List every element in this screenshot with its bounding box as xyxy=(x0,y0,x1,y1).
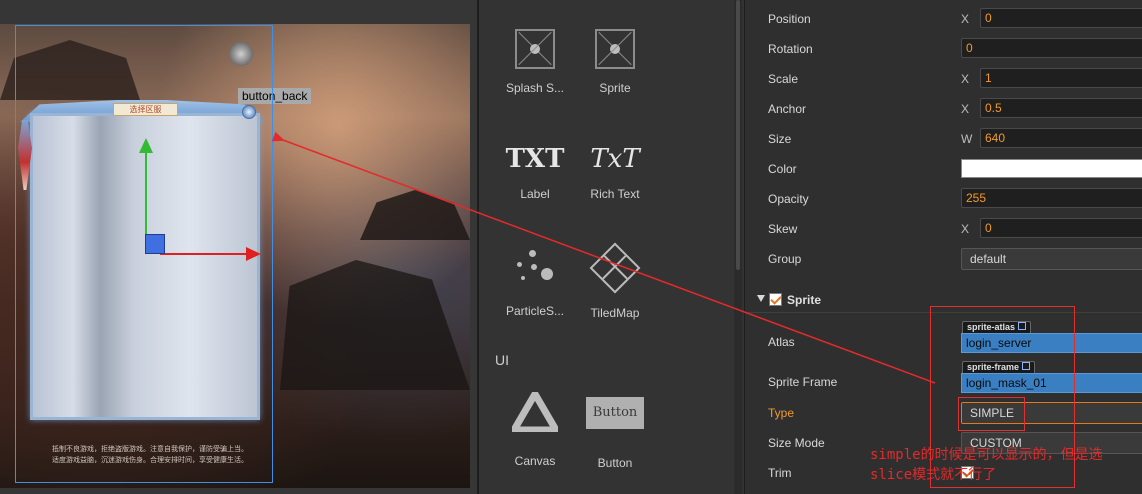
size-width-input[interactable]: 640 xyxy=(980,128,1142,148)
widget-label: Label xyxy=(520,187,550,201)
widget-label: Rich Text xyxy=(590,187,640,201)
prop-opacity: Opacity 255 xyxy=(745,185,1142,215)
widget-label: Splash S... xyxy=(505,81,565,95)
anchor-x-input[interactable]: 0.5 xyxy=(980,98,1142,118)
annotation-box-type xyxy=(958,397,1025,431)
widget-splash-sprite[interactable]: Splash S... xyxy=(490,29,580,95)
prop-label: Anchor xyxy=(768,102,807,116)
skew-x-input[interactable]: 0 xyxy=(980,218,1142,238)
prop-label: Type xyxy=(768,406,795,420)
annotation-text: simple的时候是可以显示的，但是选slice模式就不行了 xyxy=(870,447,1103,483)
prop-label: Scale xyxy=(768,72,799,86)
prop-label: Color xyxy=(768,162,797,176)
prop-anchor: Anchor X 0.5 xyxy=(745,95,1142,125)
section-title-ui: UI xyxy=(495,352,509,368)
label-text-icon: TXT xyxy=(505,144,565,174)
health-notice-text: 抵制不良游戏，拒绝盗版游戏。注意自我保护，谨防受骗上当。适度游戏益脑，沉迷游戏伤… xyxy=(52,446,248,464)
rotation-input[interactable]: 0 xyxy=(961,38,1142,58)
prop-label: Size Mode xyxy=(768,436,825,450)
widget-label: Button xyxy=(597,456,633,470)
prop-label: Opacity xyxy=(768,192,809,206)
widget-button[interactable]: Button Button xyxy=(570,397,660,470)
prop-rotation: Rotation 0 xyxy=(745,35,1142,65)
prop-label: Size xyxy=(768,132,792,146)
rich-text-icon: TxT xyxy=(590,144,640,174)
prop-label: Atlas xyxy=(768,335,795,349)
widget-label: Sprite xyxy=(599,81,631,95)
sprite-icon xyxy=(515,29,555,69)
widget-library-panel: Splash S... Sprite TXT Label TxT Rich Te… xyxy=(477,0,744,494)
widget-particle-system[interactable]: ParticleS... xyxy=(490,248,580,318)
position-x-input[interactable]: 0 xyxy=(980,8,1142,28)
sprite-enabled-checkbox[interactable] xyxy=(769,293,782,306)
canvas-icon xyxy=(512,392,558,432)
widget-label[interactable]: TXT Label xyxy=(490,143,580,201)
prop-skew: Skew X 0 xyxy=(745,215,1142,245)
scene-view[interactable]: 选择区服 button_back 抵制不良游戏，拒绝盗版游戏。注意自我保护，谨防… xyxy=(0,0,477,494)
prop-label: Group xyxy=(768,252,802,266)
prop-label: Trim xyxy=(768,466,792,480)
prop-position: Position X 0 xyxy=(745,5,1142,35)
tiledmap-icon xyxy=(589,242,641,294)
gizmo-x-axis[interactable] xyxy=(160,253,250,255)
group-select[interactable]: default xyxy=(961,248,1142,270)
widget-label: Canvas xyxy=(514,454,556,468)
scrollbar-thumb[interactable] xyxy=(736,0,740,270)
axis-label: X xyxy=(961,12,970,26)
widget-canvas[interactable]: Canvas xyxy=(490,392,580,468)
section-title: Sprite xyxy=(787,293,822,307)
gizmo-x-arrow-icon[interactable] xyxy=(246,247,261,261)
prop-label: Position xyxy=(768,12,811,26)
prop-label: Sprite Frame xyxy=(768,375,838,389)
opacity-input[interactable]: 255 xyxy=(961,188,1142,208)
collapse-triangle-icon[interactable] xyxy=(757,295,765,302)
prop-label: Rotation xyxy=(768,42,813,56)
axis-label: X xyxy=(961,102,970,116)
gizmo-y-arrow-icon[interactable] xyxy=(139,138,153,153)
widget-label: TiledMap xyxy=(590,306,640,320)
scrollbar[interactable] xyxy=(734,0,742,494)
prop-group: Group default xyxy=(745,245,1142,275)
widget-rich-text[interactable]: TxT Rich Text xyxy=(570,143,660,201)
prop-color: Color xyxy=(745,155,1142,185)
widget-tiledmap[interactable]: TiledMap xyxy=(570,242,660,320)
button-preview-icon: Button xyxy=(586,397,644,429)
particle-icon xyxy=(515,248,555,288)
widget-sprite[interactable]: Sprite xyxy=(570,29,660,95)
color-swatch[interactable] xyxy=(961,159,1142,178)
prop-label: Skew xyxy=(768,222,798,236)
gizmo-y-axis[interactable] xyxy=(145,148,147,240)
scale-x-input[interactable]: 1 xyxy=(980,68,1142,88)
widget-label: ParticleS... xyxy=(505,304,565,318)
axis-label: X xyxy=(961,72,970,86)
prop-scale: Scale X 1 xyxy=(745,65,1142,95)
gizmo-center-handle[interactable] xyxy=(145,234,165,254)
sprite-icon xyxy=(595,29,635,69)
axis-label: W xyxy=(961,132,973,146)
prop-size: Size W 640 xyxy=(745,125,1142,155)
axis-label: X xyxy=(961,222,970,236)
